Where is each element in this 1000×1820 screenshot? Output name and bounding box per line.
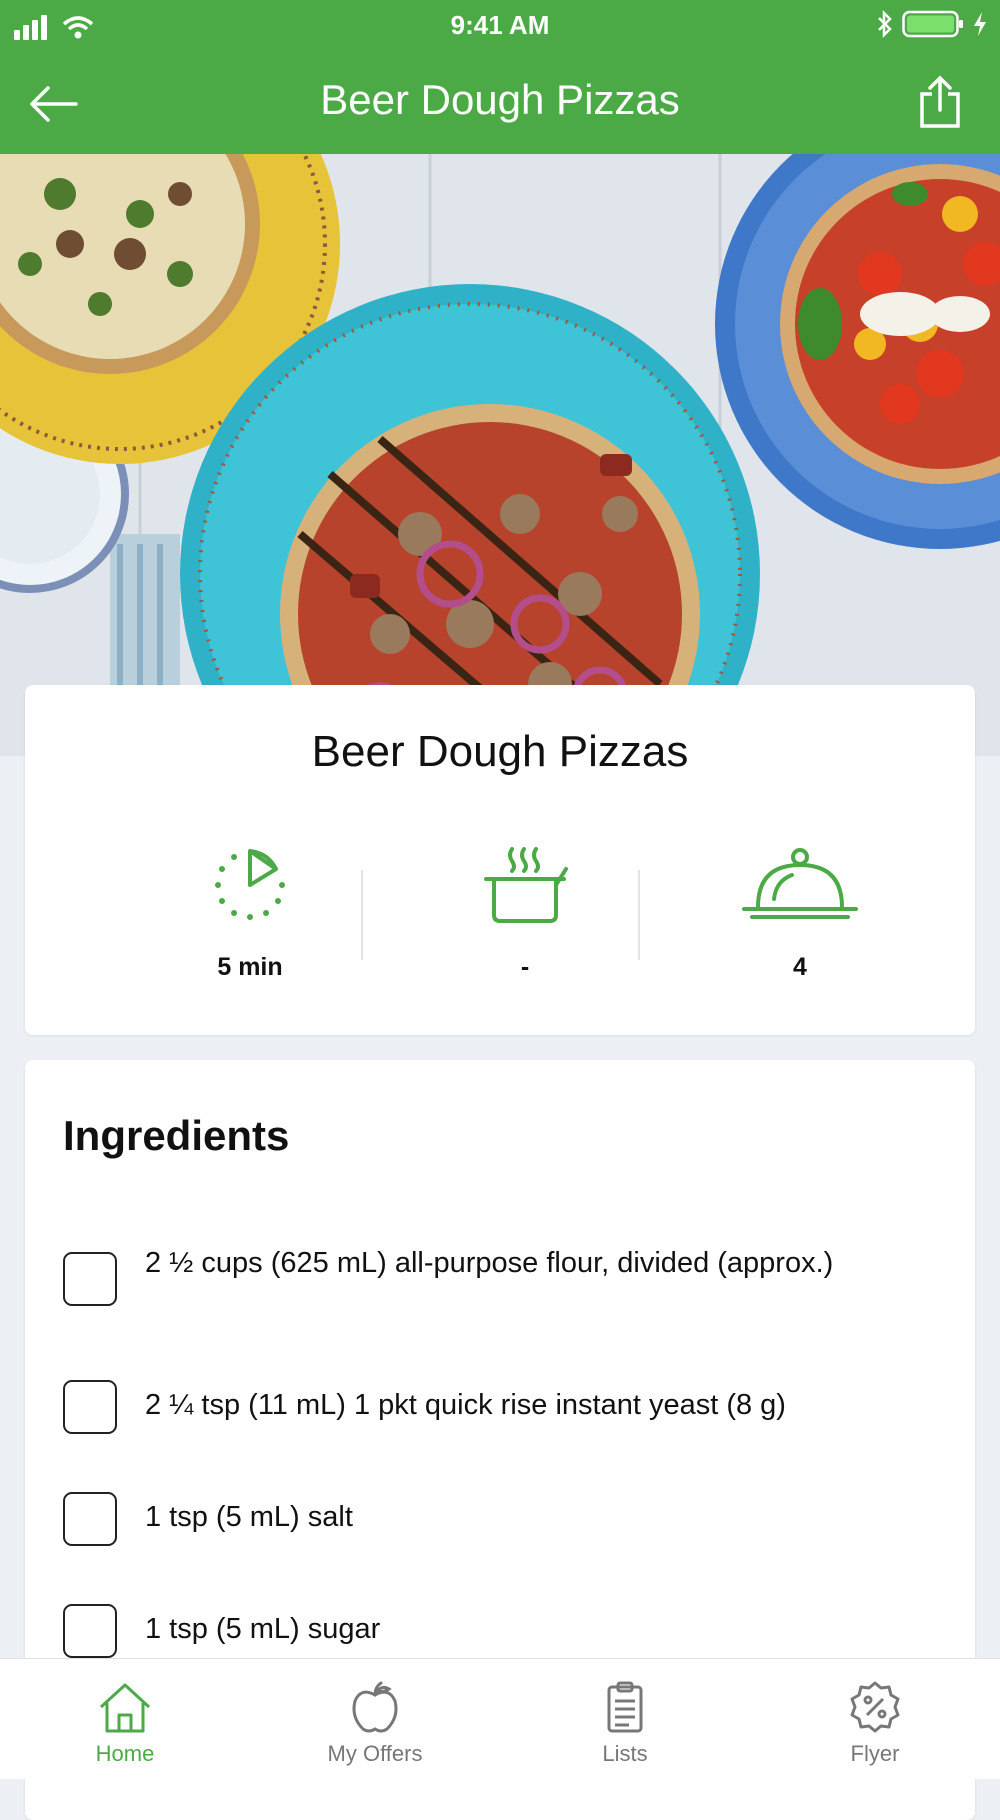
bottom-tab-bar: Home My Offers Lists Flyer [0,1658,1000,1779]
apple-icon [352,1681,398,1733]
status-bar: 9:41 AM [0,0,1000,52]
stat-servings: 4 [685,845,915,982]
ingredient-text: 1 tsp (5 mL) sugar [145,1613,381,1645]
percent-badge-icon [850,1681,900,1733]
tab-flyer-label: Flyer [850,1741,900,1766]
stat-divider [361,870,363,960]
tab-lists[interactable]: Lists [500,1659,750,1779]
bluetooth-icon [878,10,892,38]
ingredient-checkbox[interactable] [63,1492,117,1546]
tab-home[interactable]: Home [0,1659,250,1779]
ingredient-checkbox[interactable] [63,1604,117,1658]
tab-my-offers[interactable]: My Offers [250,1659,500,1779]
stat-time: 5 min [135,845,365,982]
tab-my-offers-label: My Offers [327,1741,423,1766]
stat-time-value: 5 min [217,953,283,981]
ingredient-text: 1 tsp (5 mL) salt [145,1501,353,1533]
tab-lists-label: Lists [602,1741,648,1766]
recipe-info-card: Beer Dough Pizzas 5 min - 4 [25,685,975,1035]
top-bar: 9:41 AM Beer Dough Pizzas [0,0,1000,154]
recipe-title: Beer Dough Pizzas [311,727,689,776]
status-right [876,10,988,38]
ingredient-checkbox[interactable] [63,1380,117,1434]
tab-flyer[interactable]: Flyer [750,1659,1000,1779]
header-title: Beer Dough Pizzas [320,76,680,123]
clipboard-icon [607,1681,643,1733]
home-icon [99,1683,151,1733]
tab-home-label: Home [95,1741,155,1766]
stat-divider [638,870,640,960]
ingredients-heading: Ingredients [63,1112,290,1159]
ingredient-checkbox[interactable] [63,1252,117,1306]
timer-icon [215,849,285,920]
charging-bolt-icon [974,12,986,36]
stat-cook: - [410,845,640,982]
battery-icon [902,10,963,38]
share-icon[interactable] [918,74,962,130]
status-time: 9:41 AM [450,10,550,40]
app-header: Beer Dough Pizzas [0,52,1000,154]
stat-servings-value: 4 [793,953,807,981]
ingredient-text: 2 ½ cups (625 mL) all-purpose flour, div… [145,1247,834,1279]
cooking-pot-icon [484,847,568,923]
recipe-hero-image [0,154,1000,756]
ingredient-text: 2 ¼ tsp (11 mL) 1 pkt quick rise instant… [145,1389,786,1421]
serving-cloche-icon [742,848,858,919]
stat-cook-value: - [520,953,530,981]
